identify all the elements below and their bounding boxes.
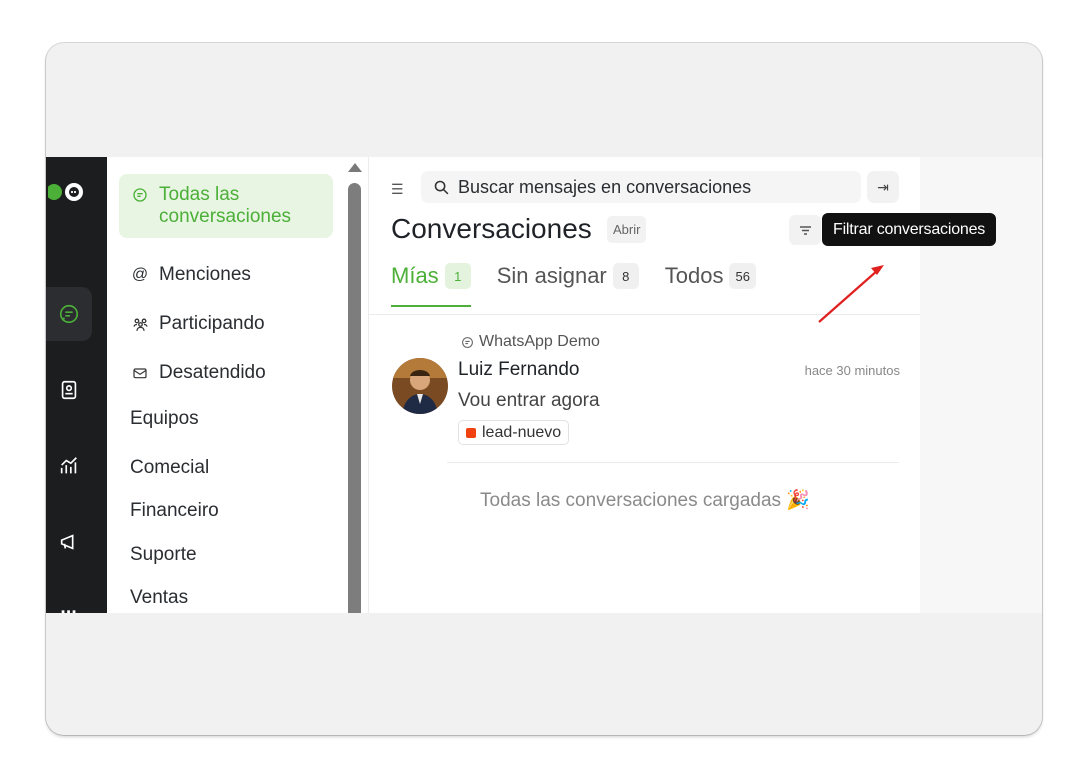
tab-all[interactable]: Todos 56 xyxy=(665,263,756,303)
screenshot-card: Todas las conversaciones @ Menciones Par… xyxy=(46,43,1042,735)
more-icon xyxy=(61,610,76,613)
nav-item-participating[interactable]: Participando xyxy=(119,303,333,345)
contacts-rail-button[interactable] xyxy=(46,363,92,417)
tab-count: 56 xyxy=(729,263,756,289)
nav-item-label: Participando xyxy=(159,313,265,334)
reports-rail-button[interactable] xyxy=(46,439,92,493)
conversation-card[interactable]: WhatsApp Demo Luiz Fernando hace 30 minu… xyxy=(391,329,901,469)
search-placeholder: Buscar mensajes en conversaciones xyxy=(458,176,752,197)
label-color-dot xyxy=(466,427,476,438)
menu-icon[interactable]: ☰ xyxy=(391,181,404,198)
nav-item-label: Menciones xyxy=(159,264,251,285)
assignee-tabs: Mías 1 Sin asignar 8 Todos 56 xyxy=(391,263,756,307)
message-timestamp: hace 30 minutos xyxy=(804,363,900,378)
collapse-panel-button[interactable]: ⇥ xyxy=(867,171,899,203)
filter-tooltip: Filtrar conversaciones xyxy=(822,213,997,246)
campaigns-icon xyxy=(60,534,74,550)
campaigns-rail-button[interactable] xyxy=(46,515,92,569)
tabs-divider xyxy=(369,314,921,315)
last-message-preview: Vou entrar agora xyxy=(458,390,600,411)
people-icon xyxy=(131,313,149,335)
nav-item-all-conversations[interactable]: Todas las conversaciones xyxy=(119,174,333,238)
sidebar-scrollbar[interactable] xyxy=(348,183,361,613)
filter-button[interactable] xyxy=(789,215,821,245)
nav-item-label: Desatendido xyxy=(159,362,266,383)
filter-icon xyxy=(799,225,811,235)
search-icon xyxy=(434,180,449,194)
status-filter-badge[interactable]: Abrir xyxy=(607,216,647,243)
team-item[interactable]: Ventas xyxy=(130,587,188,609)
tab-mine[interactable]: Mías 1 xyxy=(391,263,471,307)
icon-rail xyxy=(46,157,107,613)
team-item[interactable]: Financeiro xyxy=(130,500,219,522)
team-item[interactable]: Suporte xyxy=(130,544,197,566)
list-divider xyxy=(447,462,899,463)
contacts-icon xyxy=(61,380,77,400)
tab-label: Mías xyxy=(391,263,439,288)
team-item[interactable]: Comecial xyxy=(130,457,209,479)
avatar xyxy=(392,358,448,414)
nav-item-unattended[interactable]: Desatendido xyxy=(119,352,333,394)
nav-item-label: Todas las conversaciones xyxy=(159,184,292,227)
mail-icon xyxy=(131,362,149,384)
arrow-right-bar-icon: ⇥ xyxy=(877,178,889,195)
search-input[interactable]: Buscar mensajes en conversaciones xyxy=(421,171,861,203)
label-text: lead-nuevo xyxy=(482,423,562,441)
whatsapp-icon xyxy=(462,336,473,348)
reports-icon xyxy=(60,457,77,474)
chat-bubble-icon xyxy=(131,184,149,206)
chat-icon xyxy=(59,304,79,324)
contact-name: Luiz Fernando xyxy=(458,359,580,380)
tab-count: 8 xyxy=(612,263,639,289)
more-rail-button[interactable] xyxy=(46,587,92,613)
teams-heading: Equipos xyxy=(130,408,199,429)
nav-item-mentions[interactable]: @ Menciones xyxy=(119,254,333,296)
page-title: Conversaciones xyxy=(391,213,592,244)
conversation-sidebar: Todas las conversaciones @ Menciones Par… xyxy=(107,157,368,613)
inbox-name: WhatsApp Demo xyxy=(461,333,600,351)
tab-label: Sin asignar xyxy=(496,263,607,288)
tab-unassigned[interactable]: Sin asignar 8 xyxy=(497,263,639,303)
conversation-label[interactable]: lead-nuevo xyxy=(458,420,570,445)
app-logo-icon xyxy=(48,183,83,201)
inbox-label: WhatsApp Demo xyxy=(479,333,600,350)
list-end-message: Todas las conversaciones cargadas 🎉 xyxy=(480,490,810,511)
conversations-rail-button[interactable] xyxy=(46,287,92,341)
tab-label: Todos xyxy=(664,263,724,288)
at-icon: @ xyxy=(131,266,149,283)
tab-count: 1 xyxy=(444,263,471,289)
scroll-up-arrow[interactable] xyxy=(348,163,362,172)
